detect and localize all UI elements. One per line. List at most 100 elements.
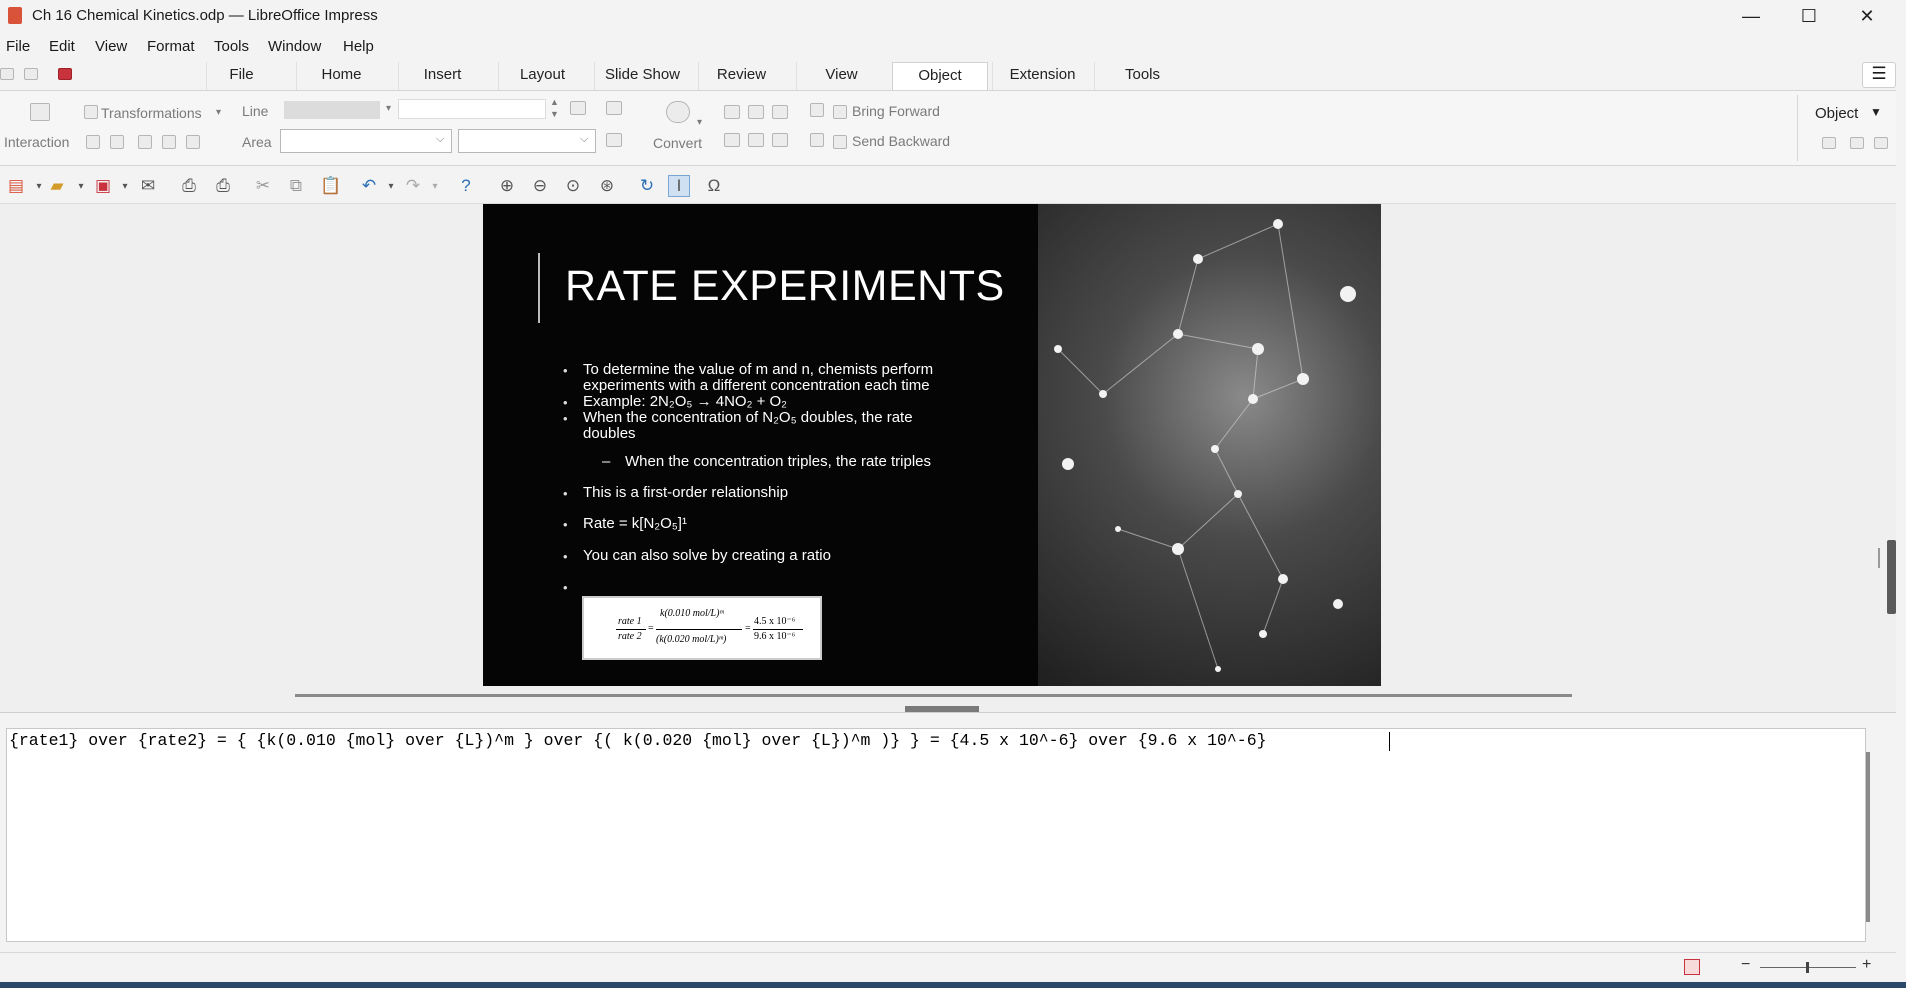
save-icon[interactable]: ▣: [92, 175, 114, 197]
bring-to-front-icon[interactable]: [810, 103, 824, 117]
mirror-icon[interactable]: [110, 135, 124, 149]
email-icon[interactable]: ✉: [137, 175, 159, 197]
object-menu-dropdown-icon[interactable]: ▼: [1870, 105, 1882, 119]
align-right-icon[interactable]: [772, 105, 788, 119]
distort-icon[interactable]: [138, 135, 152, 149]
shadow-icon[interactable]: [606, 133, 622, 147]
interaction-label[interactable]: Interaction: [4, 134, 69, 150]
formula-object[interactable]: rate 1 rate 2 = k(0.010 mol/L)ᵐ (k(0.020…: [582, 596, 822, 660]
line-style-select[interactable]: [284, 101, 380, 119]
close-button[interactable]: ✕: [1838, 0, 1896, 32]
line-color-icon[interactable]: [570, 101, 586, 115]
tab-slide-show[interactable]: Slide Show: [594, 62, 690, 90]
menu-view[interactable]: View: [95, 38, 127, 55]
slide-horizontal-scrollbar[interactable]: [295, 694, 1572, 697]
bring-forward-label[interactable]: Bring Forward: [852, 103, 940, 119]
send-backward-icon[interactable]: [833, 135, 847, 149]
quick-save-icon[interactable]: [58, 68, 72, 80]
update-icon[interactable]: ↻: [636, 175, 658, 197]
area-style-select[interactable]: [280, 129, 452, 153]
convert-dropdown-icon[interactable]: ▾: [697, 117, 702, 128]
send-to-back-icon[interactable]: [810, 133, 824, 147]
align-left-icon[interactable]: [724, 105, 740, 119]
zoom-out-icon[interactable]: ⊖: [529, 175, 551, 197]
transformations-icon[interactable]: [84, 105, 98, 119]
bring-forward-icon[interactable]: [833, 105, 847, 119]
cut-icon[interactable]: ✂: [252, 175, 274, 197]
tab-object[interactable]: Object: [892, 62, 988, 90]
slide-title[interactable]: RATE EXPERIMENTS: [565, 262, 1005, 311]
menu-format[interactable]: Format: [147, 38, 195, 55]
open-icon[interactable]: ▰: [46, 175, 68, 197]
object-menu-label[interactable]: Object: [1815, 105, 1858, 122]
formula-command-text[interactable]: {rate1} over {rate2} = { {k(0.010 {mol} …: [9, 731, 1276, 750]
zoom-in-button[interactable]: +: [1862, 956, 1871, 974]
new-icon[interactable]: ▤: [5, 175, 27, 197]
send-backward-label[interactable]: Send Backward: [852, 133, 950, 149]
zoom-100-icon[interactable]: ⊙: [562, 175, 584, 197]
spin-down-icon[interactable]: ▼: [550, 109, 559, 119]
menu-edit[interactable]: Edit: [49, 38, 75, 55]
align-bottom-icon[interactable]: [772, 133, 788, 147]
area-fill-dropdown-icon[interactable]: ⌵: [580, 133, 588, 146]
object-tool-2-icon[interactable]: [1850, 137, 1864, 149]
sidebar-collapse-handle[interactable]: [1887, 540, 1896, 614]
menu-tools[interactable]: Tools: [214, 38, 249, 55]
zoom-slider-thumb[interactable]: [1806, 962, 1809, 973]
editor-vertical-scrollbar[interactable]: [1866, 752, 1870, 922]
maximize-button[interactable]: ☐: [1780, 0, 1838, 32]
object-tool-1-icon[interactable]: [1822, 137, 1836, 149]
tab-layout[interactable]: Layout: [498, 62, 586, 90]
undo-dropdown-icon[interactable]: ▾: [380, 175, 402, 197]
paste-icon[interactable]: 📋: [320, 175, 342, 197]
convert-label[interactable]: Convert: [653, 135, 702, 151]
formula-command-editor[interactable]: {rate1} over {rate2} = { {k(0.010 {mol} …: [6, 728, 1866, 942]
menu-file[interactable]: File: [6, 38, 30, 55]
line-style-dropdown-icon[interactable]: ▾: [386, 103, 391, 114]
tab-extension[interactable]: Extension: [992, 62, 1092, 90]
tab-file[interactable]: File: [206, 62, 276, 90]
transformations-dropdown-icon[interactable]: ▾: [216, 107, 221, 118]
align-middle-icon[interactable]: [748, 133, 764, 147]
zoom-out-button[interactable]: −: [1741, 956, 1750, 974]
print-icon[interactable]: ⎙: [212, 175, 234, 197]
quick-new-icon[interactable]: [0, 68, 14, 80]
crop-icon[interactable]: [162, 135, 176, 149]
area-fill-select[interactable]: [458, 129, 596, 153]
hamburger-menu-icon[interactable]: ☰: [1862, 62, 1896, 88]
tab-tools[interactable]: Tools: [1094, 62, 1190, 90]
redo-dropdown-icon[interactable]: ▾: [424, 175, 446, 197]
object-tool-3-icon[interactable]: [1874, 137, 1888, 149]
align-center-icon[interactable]: [748, 105, 764, 119]
line-width-field[interactable]: [398, 99, 546, 119]
select-frame-icon[interactable]: [30, 103, 50, 121]
document-modified-icon[interactable]: [1684, 959, 1700, 975]
open-dropdown-icon[interactable]: ▾: [70, 175, 92, 197]
symbols-icon[interactable]: Ω: [703, 175, 725, 197]
tab-home[interactable]: Home: [296, 62, 386, 90]
zoom-in-icon[interactable]: ⊕: [496, 175, 518, 197]
redo-icon[interactable]: ↷: [402, 175, 424, 197]
wrap-icon[interactable]: [186, 135, 200, 149]
slide-canvas[interactable]: RATE EXPERIMENTS • To determine the valu…: [483, 204, 1381, 686]
menu-window[interactable]: Window: [268, 38, 321, 55]
area-style-dropdown-icon[interactable]: ⌵: [436, 133, 444, 146]
flip-icon[interactable]: [86, 135, 100, 149]
quick-open-icon[interactable]: [24, 68, 38, 80]
align-top-icon[interactable]: [724, 133, 740, 147]
spin-up-icon[interactable]: ▲: [550, 97, 559, 107]
tab-review[interactable]: Review: [698, 62, 784, 90]
copy-icon[interactable]: ⧉: [285, 175, 307, 197]
transformations-label[interactable]: Transformations: [101, 105, 202, 121]
convert-icon[interactable]: [666, 101, 690, 123]
zoom-page-icon[interactable]: ⊛: [596, 175, 618, 197]
minimize-button[interactable]: —: [1722, 0, 1780, 32]
export-pdf-icon[interactable]: ⎙: [178, 175, 200, 197]
tab-view[interactable]: View: [796, 62, 886, 90]
tab-insert[interactable]: Insert: [398, 62, 486, 90]
help-icon[interactable]: ?: [455, 175, 477, 197]
formula-cursor-icon[interactable]: I: [668, 175, 690, 197]
line-arrow-icon[interactable]: [606, 101, 622, 115]
undo-icon[interactable]: ↶: [358, 175, 380, 197]
menu-help[interactable]: Help: [343, 38, 374, 55]
